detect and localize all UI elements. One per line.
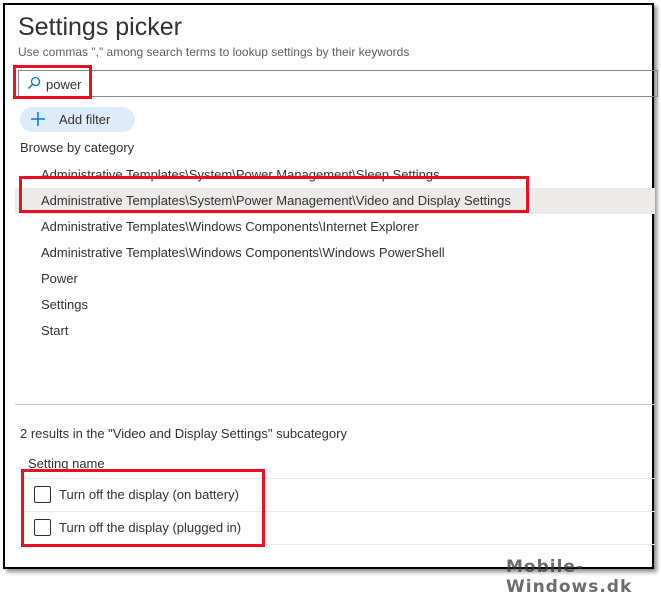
category-item[interactable]: Power [15,266,655,292]
settings-picker-panel: Settings picker Use commas "," among sea… [3,3,658,569]
row-divider [23,544,655,545]
category-item-selected[interactable]: Administrative Templates\System\Power Ma… [15,188,655,214]
setting-row[interactable]: Turn off the display (on battery) [23,479,655,511]
add-filter-button[interactable]: Add filter [20,107,135,132]
results-summary: 2 results in the "Video and Display Sett… [20,426,347,441]
column-header-setting-name: Setting name [28,456,105,471]
setting-checkbox[interactable] [34,486,51,503]
category-item[interactable]: Administrative Templates\Windows Compone… [15,214,655,240]
setting-label: Turn off the display (plugged in) [59,520,242,535]
watermark: Mobile-Windows.dk [506,557,633,597]
search-box[interactable] [18,70,658,97]
browse-by-category-label: Browse by category [20,140,135,155]
search-icon [28,76,41,89]
setting-checkbox[interactable] [34,519,51,536]
page-subtitle: Use commas "," among search terms to loo… [18,45,410,59]
page-title: Settings picker [18,13,182,41]
category-item[interactable]: Settings [15,292,655,318]
category-item[interactable]: Administrative Templates\Windows Compone… [15,240,655,266]
setting-row[interactable]: Turn off the display (plugged in) [23,512,655,544]
setting-label: Turn off the display (on battery) [59,487,239,502]
add-filter-label: Add filter [59,112,111,127]
section-divider [15,404,655,405]
search-input[interactable] [46,75,346,93]
category-item[interactable]: Administrative Templates\System\Power Ma… [15,162,655,188]
plus-icon [31,112,45,126]
category-item[interactable]: Start [15,318,655,344]
